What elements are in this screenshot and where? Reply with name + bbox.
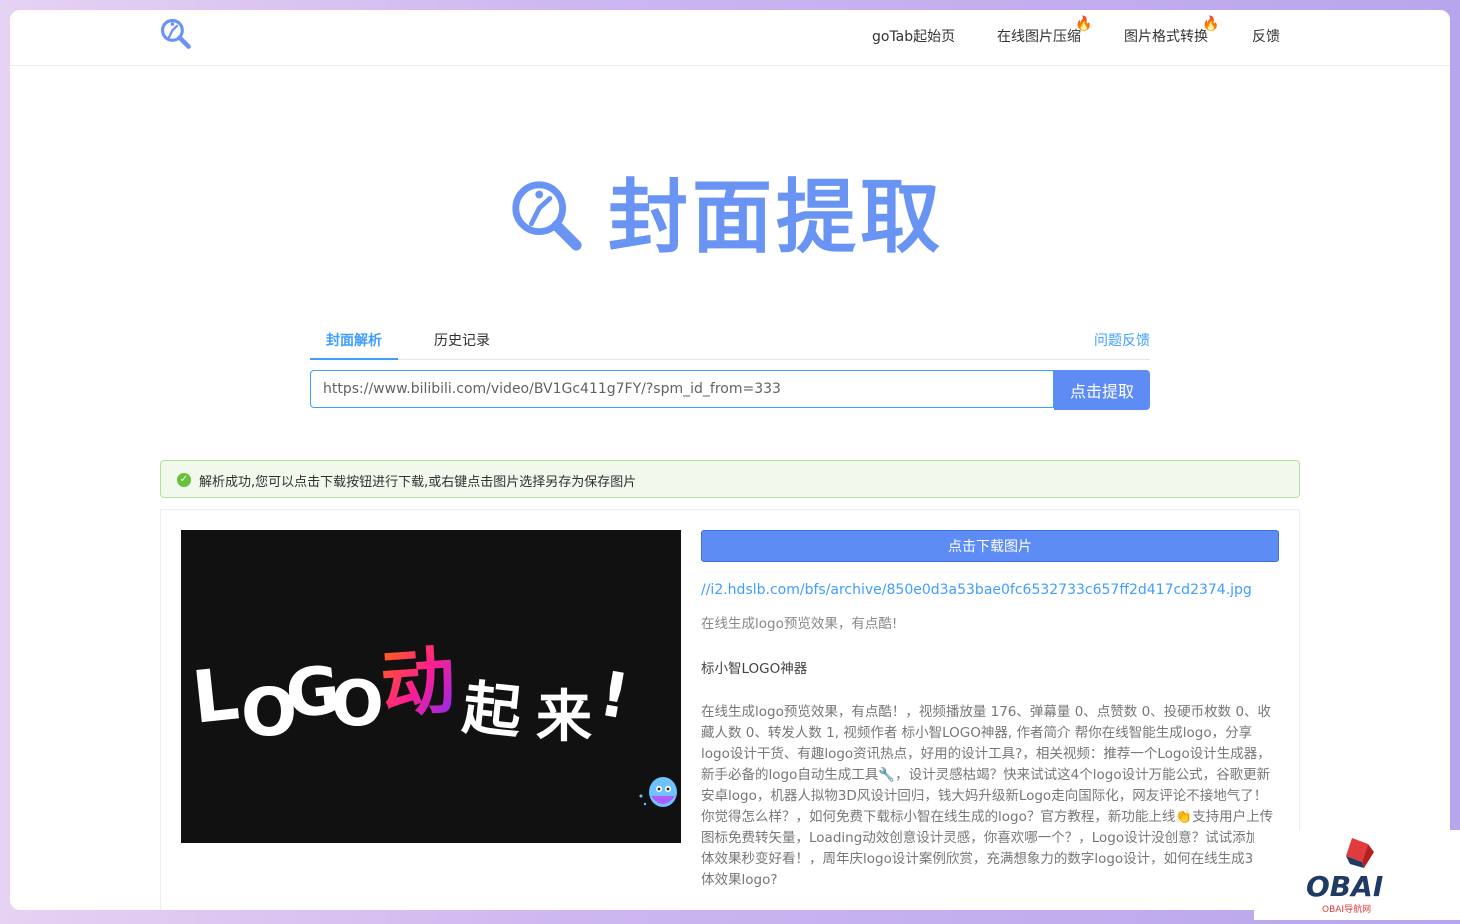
success-alert: ✓ 解析成功,您可以点击下载按钮进行下载,或右键点击图片选择另存为保存图片 — [160, 460, 1300, 498]
alert-message: 解析成功,您可以点击下载按钮进行下载,或右键点击图片选择另存为保存图片 — [199, 475, 637, 490]
nav-format-convert[interactable]: 图片格式转换 🔥 — [1124, 16, 1219, 46]
tab-cover-parse[interactable]: 封面解析 — [326, 330, 382, 350]
extract-button[interactable]: 点击提取 — [1054, 370, 1150, 410]
obai-logo-icon: OBAI OBAI导航网 — [1306, 838, 1383, 915]
top-navbar: goTab起始页 在线图片压缩 🔥 图片格式转换 🔥 反馈 — [10, 10, 1450, 66]
magnifier-logo-icon[interactable] — [158, 16, 194, 52]
nav-image-compress[interactable]: 在线图片压缩 🔥 — [997, 16, 1092, 46]
issue-feedback-link[interactable]: 问题反馈 — [1094, 330, 1150, 350]
magnifier-icon — [512, 181, 582, 251]
video-title: 在线生成logo预览效果，有点酷! — [701, 616, 898, 632]
search-row: 点击提取 — [310, 370, 1150, 410]
active-tab-indicator — [310, 358, 398, 360]
download-image-button[interactable]: 点击下载图片 — [701, 530, 1279, 562]
site-watermark: OBAI OBAI导航网 — [1254, 830, 1460, 920]
svg-text:来: 来 — [536, 685, 592, 750]
image-url-link[interactable]: //i2.hdslb.com/bfs/archive/850e0d3a53bae… — [701, 582, 1252, 598]
video-description: 在线生成logo预览效果，有点酷！，视频播放量 176、弹幕量 0、点赞数 0、… — [701, 704, 1276, 888]
watermark-brand: OBAI — [1306, 870, 1383, 903]
tab-bar: 封面解析 历史记录 问题反馈 — [310, 322, 1150, 360]
svg-text:O: O — [331, 667, 384, 740]
check-circle-icon: ✓ — [177, 473, 191, 487]
nav-image-compress-label: 在线图片压缩 — [997, 29, 1081, 45]
page-title: 封面提取 — [608, 171, 944, 264]
browser-window: goTab起始页 在线图片压缩 🔥 图片格式转换 🔥 反馈 封面提取 封面解析 … — [10, 10, 1450, 910]
svg-text:!: ! — [594, 657, 635, 734]
fire-icon: 🔥 — [1202, 16, 1220, 32]
video-url-input[interactable] — [310, 370, 1054, 408]
nav-gotab[interactable]: goTab起始页 — [872, 26, 955, 46]
tab-history[interactable]: 历史记录 — [434, 330, 490, 350]
cover-image[interactable]: L O G O 动 起 来 ! — [181, 530, 681, 843]
svg-text:起: 起 — [460, 673, 526, 747]
nav-format-convert-label: 图片格式转换 — [1124, 29, 1208, 45]
watermark-caption: OBAI导航网 — [1322, 903, 1371, 915]
fire-icon: 🔥 — [1075, 16, 1093, 32]
cover-artwork: L O G O 动 起 来 ! — [188, 638, 677, 807]
svg-text:L: L — [188, 651, 242, 739]
video-author: 标小智LOGO神器 — [701, 661, 808, 677]
ghost-mascot — [639, 777, 677, 807]
result-card: L O G O 动 起 来 ! 点击下载图片 //i2.hdslb.com/bf… — [160, 509, 1300, 910]
svg-text:动: 动 — [378, 638, 458, 729]
nav-feedback[interactable]: 反馈 — [1252, 26, 1280, 46]
